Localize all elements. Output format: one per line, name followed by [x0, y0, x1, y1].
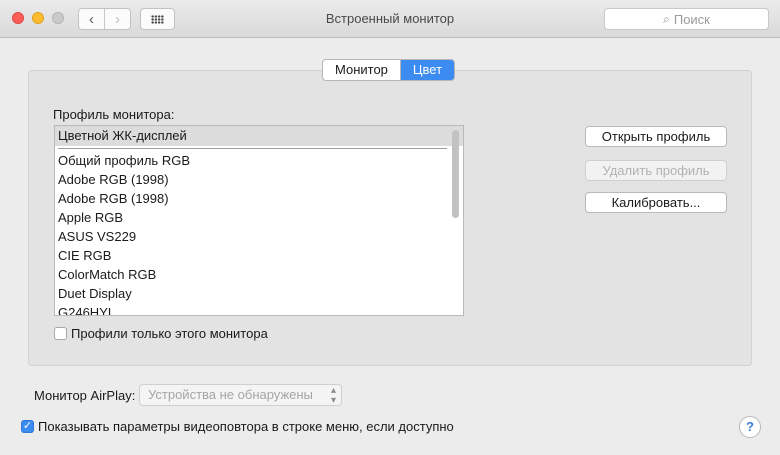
- list-item[interactable]: G246HYL: [55, 303, 463, 315]
- title-bar: ‹ › Встроенный монитор ⌕ Поиск: [0, 0, 780, 38]
- list-item[interactable]: CIE RGB: [55, 246, 463, 265]
- up-down-arrows-icon: ▴ ▾: [330, 385, 336, 406]
- list-item[interactable]: Adobe RGB (1998): [55, 170, 463, 189]
- help-button[interactable]: ?: [739, 416, 761, 438]
- list-item[interactable]: ColorMatch RGB: [55, 265, 463, 284]
- airplay-select-value: Устройства не обнаружены: [148, 387, 313, 402]
- mirroring-label: Показывать параметры видеоповтора в стро…: [38, 419, 454, 434]
- mirroring-checkbox[interactable]: ✓: [21, 420, 34, 433]
- airplay-select[interactable]: Устройства не обнаружены ▴ ▾: [139, 384, 342, 406]
- tab-color[interactable]: Цвет: [399, 60, 455, 80]
- profile-list-label: Профиль монитора:: [53, 107, 175, 122]
- airplay-label: Монитор AirPlay:: [34, 388, 136, 403]
- tab-monitor[interactable]: Монитор: [323, 60, 400, 80]
- tab-bar: Монитор Цвет: [322, 59, 456, 81]
- open-profile-button[interactable]: Открыть профиль: [585, 126, 727, 147]
- only-this-monitor-label: Профили только этого монитора: [71, 326, 268, 341]
- profile-list[interactable]: Цветной ЖК-дисплей Общий профиль RGB Ado…: [54, 125, 464, 316]
- delete-profile-button[interactable]: Удалить профиль: [585, 160, 727, 181]
- list-item[interactable]: Duet Display: [55, 284, 463, 303]
- only-this-monitor-checkbox[interactable]: [54, 327, 67, 340]
- list-scrollbar[interactable]: [452, 130, 459, 218]
- list-item[interactable]: Adobe RGB (1998): [55, 189, 463, 208]
- list-item[interactable]: Apple RGB: [55, 208, 463, 227]
- list-item[interactable]: ASUS VS229: [55, 227, 463, 246]
- list-separator: [58, 148, 447, 149]
- profile-selected-item[interactable]: Цветной ЖК-дисплей: [55, 126, 463, 146]
- search-field[interactable]: ⌕ Поиск: [604, 8, 769, 30]
- search-icon: ⌕: [663, 11, 670, 26]
- calibrate-button[interactable]: Калибровать...: [585, 192, 727, 213]
- search-placeholder: Поиск: [673, 11, 710, 27]
- list-item[interactable]: Общий профиль RGB: [55, 151, 463, 170]
- preferences-window: ‹ › Встроенный монитор ⌕ Поиск Монитор Ц…: [0, 0, 780, 455]
